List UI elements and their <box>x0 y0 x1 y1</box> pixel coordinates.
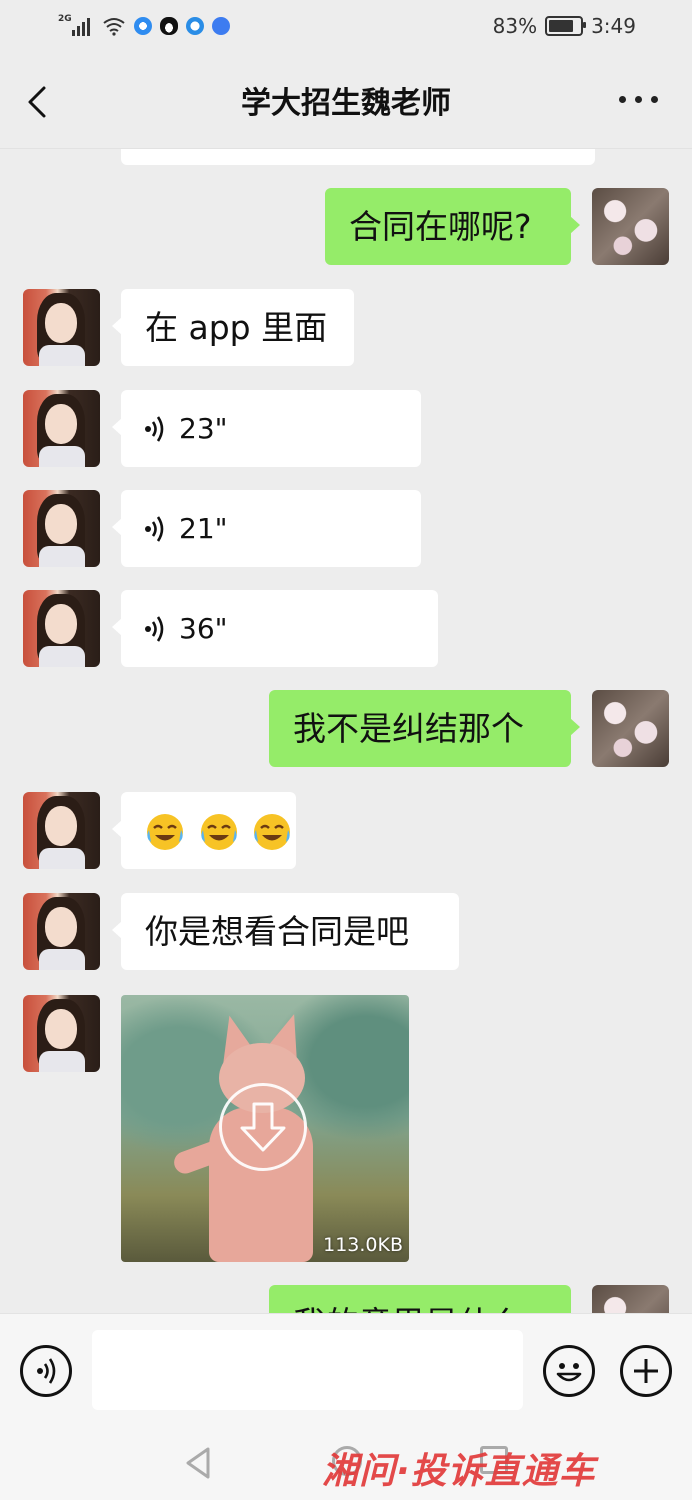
message-bubble-incoming[interactable]: 在 app 里面 <box>112 289 354 366</box>
voice-wave-icon <box>145 615 164 642</box>
chat-app-icon <box>186 17 204 35</box>
voice-message[interactable]: 36" <box>112 590 438 667</box>
message-row-incoming: 21" <box>0 490 692 568</box>
message-row-incoming <box>0 792 692 870</box>
crying-laughing-face-icon <box>200 813 237 850</box>
message-text: 我不是纠结那个 <box>293 709 524 748</box>
message-row-incoming: 36" <box>0 590 692 668</box>
message-text: 合同在哪呢? <box>349 207 532 246</box>
contact-avatar[interactable] <box>23 390 100 467</box>
message-row-outgoing: 合同在哪呢? <box>0 188 692 266</box>
wifi-icon <box>103 18 125 36</box>
message-bubble-outgoing[interactable]: 合同在哪呢? <box>325 188 580 265</box>
system-nav-bar: 湘问·投诉直通车 <box>0 1428 692 1500</box>
previous-message-fragment <box>0 149 692 165</box>
image-file-size: 113.0KB <box>323 1234 403 1256</box>
more-options-icon[interactable] <box>619 96 658 103</box>
voice-icon <box>37 1358 56 1384</box>
my-avatar[interactable] <box>592 188 669 265</box>
emoji-icon <box>556 1363 582 1382</box>
status-right: 83% 3:49 <box>493 14 636 38</box>
voice-input-button[interactable] <box>20 1345 72 1397</box>
chat-header: 学大招生魏老师 <box>0 56 692 149</box>
contact-avatar[interactable] <box>23 995 100 1072</box>
contact-avatar[interactable] <box>23 792 100 869</box>
message-bubble-outgoing[interactable]: 我的意思是什么 <box>269 1285 571 1313</box>
message-row-outgoing: 我不是纠结那个 <box>0 690 692 768</box>
message-row-incoming: 你是想看合同是吧 <box>0 893 692 971</box>
message-bubble-incoming[interactable]: 你是想看合同是吧 <box>112 893 459 970</box>
emoji-message[interactable] <box>112 792 296 869</box>
message-input[interactable] <box>92 1330 523 1410</box>
message-text: 你是想看合同是吧 <box>145 912 409 951</box>
clock: 3:49 <box>591 14 636 38</box>
voice-duration: 23" <box>179 412 228 445</box>
nav-back-icon[interactable] <box>184 1446 212 1480</box>
qq-penguin-icon <box>160 17 178 35</box>
more-functions-button[interactable] <box>620 1345 672 1397</box>
message-row-incoming: 113.0KB <box>0 995 692 1263</box>
voice-duration: 36" <box>179 612 228 645</box>
message-row-incoming: 在 app 里面 <box>0 289 692 367</box>
message-text: 我的意思是什么 <box>293 1304 524 1313</box>
message-row-incoming: 23" <box>0 390 692 468</box>
contact-avatar[interactable] <box>23 490 100 567</box>
voice-wave-icon <box>145 415 164 442</box>
contact-avatar[interactable] <box>23 289 100 366</box>
download-icon[interactable] <box>219 1083 307 1171</box>
music-app-icon <box>212 17 230 35</box>
image-message[interactable]: 113.0KB <box>121 995 409 1262</box>
battery-icon <box>545 16 587 36</box>
plus-icon <box>634 1359 658 1383</box>
message-text: 在 app 里面 <box>145 308 328 347</box>
emoji-button[interactable] <box>543 1345 595 1397</box>
voice-message[interactable]: 23" <box>112 390 421 467</box>
message-bubble-outgoing[interactable]: 我不是纠结那个 <box>269 690 580 767</box>
message-row-outgoing: 我的意思是什么 <box>0 1285 692 1313</box>
my-avatar[interactable] <box>592 1285 669 1313</box>
battery-percent: 83% <box>492 14 538 38</box>
crying-laughing-face-icon <box>147 813 183 850</box>
browser-app-icon <box>134 17 152 35</box>
watermark-text: 湘问·投诉直通车 <box>322 1451 596 1492</box>
voice-wave-icon <box>145 515 164 542</box>
status-bar: 2G 83% 3:49 <box>0 0 692 56</box>
input-bar <box>0 1313 692 1429</box>
voice-duration: 21" <box>179 512 228 545</box>
signal-icon: 2G <box>58 14 94 38</box>
message-list[interactable]: 合同在哪呢? 在 app 里面 23" 21" 36" 我不是纠结那个 你是想看… <box>0 149 692 1313</box>
status-left-icons: 2G <box>58 14 230 38</box>
network-type: 2G <box>58 14 72 24</box>
contact-avatar[interactable] <box>23 590 100 667</box>
contact-avatar[interactable] <box>23 893 100 970</box>
crying-laughing-face-icon <box>254 813 290 850</box>
chat-title: 学大招生魏老师 <box>241 86 451 121</box>
voice-message[interactable]: 21" <box>112 490 421 567</box>
my-avatar[interactable] <box>592 690 669 767</box>
